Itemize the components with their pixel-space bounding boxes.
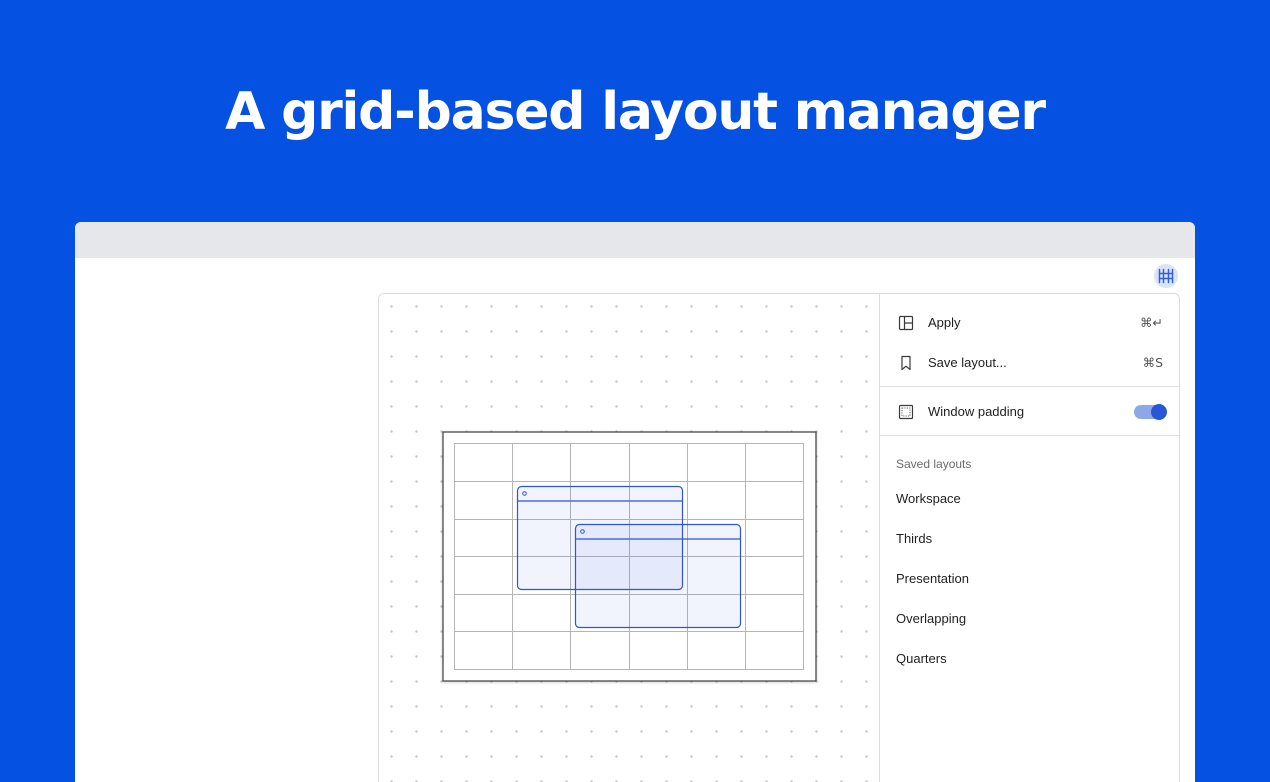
- window-padding-toggle[interactable]: [1134, 404, 1167, 420]
- apply-menu-item[interactable]: Apply ⌘↵: [880, 305, 1179, 341]
- saved-layout-item[interactable]: Overlapping: [896, 611, 966, 627]
- layout-canvas[interactable]: [379, 294, 879, 782]
- layout-popover: Apply ⌘↵ Save layout... ⌘S Window paddin…: [378, 293, 1180, 782]
- save-layout-shortcut: ⌘S: [1142, 355, 1163, 370]
- saved-layout-item[interactable]: Workspace: [896, 491, 961, 507]
- saved-layouts-heading: Saved layouts: [896, 457, 972, 471]
- apply-label: Apply: [928, 315, 961, 330]
- save-layout-menu-item[interactable]: Save layout... ⌘S: [880, 345, 1179, 381]
- layout-panels-icon: [898, 315, 914, 331]
- window-padding-label: Window padding: [928, 404, 1025, 419]
- app-window: Apply ⌘↵ Save layout... ⌘S Window paddin…: [75, 222, 1195, 782]
- saved-layout-item[interactable]: Quarters: [896, 651, 947, 667]
- window-preview-right[interactable]: [574, 523, 742, 629]
- menu-divider: [880, 386, 1179, 387]
- apply-shortcut: ⌘↵: [1140, 315, 1163, 330]
- menu-divider: [880, 435, 1179, 436]
- window-padding-icon: [898, 404, 914, 420]
- saved-layout-item[interactable]: Presentation: [896, 571, 969, 587]
- saved-layout-item[interactable]: Thirds: [896, 531, 932, 547]
- headline: A grid-based layout manager: [225, 82, 1046, 142]
- bookmark-icon: [901, 355, 911, 371]
- save-layout-label: Save layout...: [928, 355, 1007, 370]
- window-titlebar: [75, 222, 1195, 258]
- options-panel: Apply ⌘↵ Save layout... ⌘S Window paddin…: [879, 294, 1179, 782]
- menubar-grid-button[interactable]: [1154, 264, 1178, 288]
- grid-icon: [1158, 268, 1174, 284]
- window-padding-row[interactable]: Window padding: [880, 394, 1179, 430]
- screen-preview[interactable]: [379, 294, 879, 782]
- toggle-knob: [1151, 404, 1167, 420]
